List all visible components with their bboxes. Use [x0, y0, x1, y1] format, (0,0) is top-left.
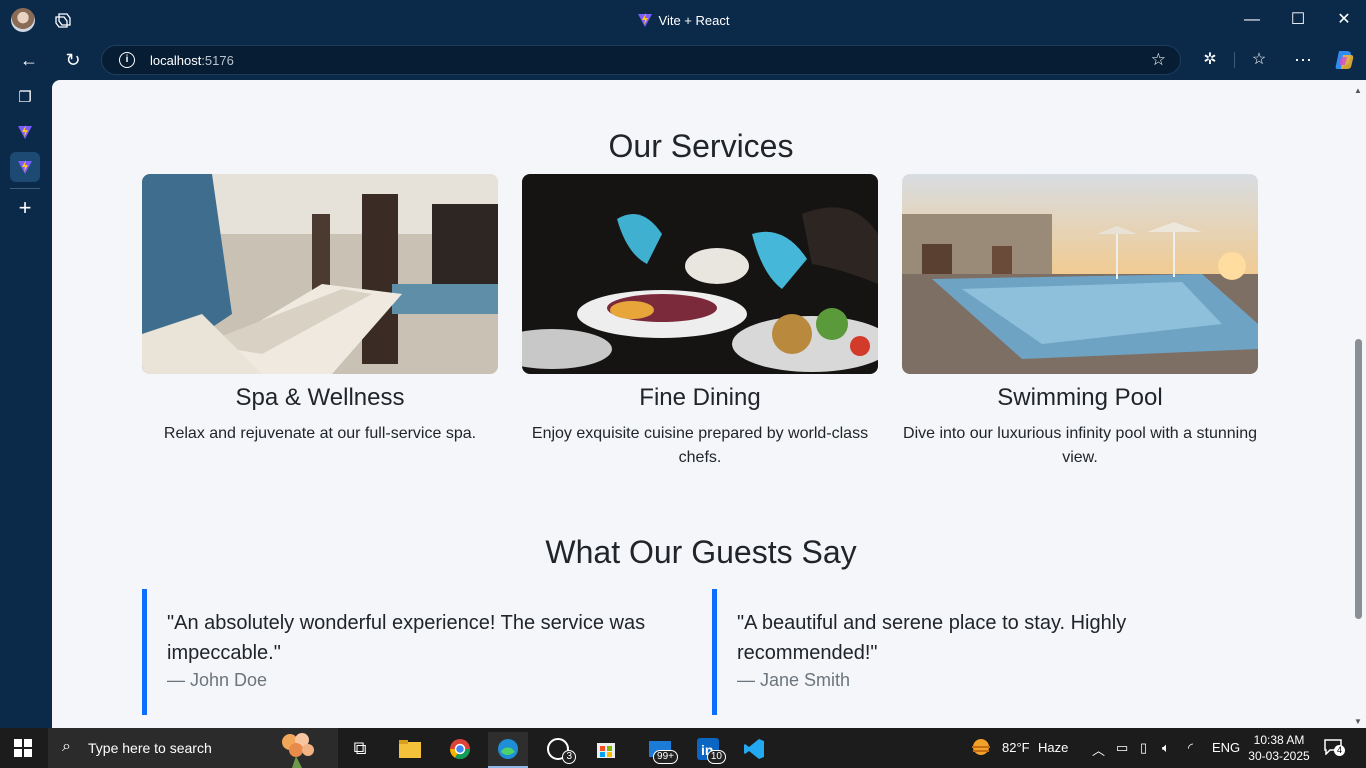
spa-image	[142, 174, 498, 374]
testimonial-quote: "A beautiful and serene place to stay. H…	[737, 612, 1127, 664]
file-explorer-icon[interactable]	[390, 732, 430, 768]
favorites-button[interactable]: ☆	[1247, 48, 1271, 72]
flower-bouquet-icon	[282, 733, 314, 768]
site-info-icon[interactable]: i	[119, 52, 135, 68]
testimonial-author: — John Doe	[167, 670, 268, 690]
back-button[interactable]: ←	[17, 48, 41, 72]
service-card-pool: Swimming Pool Dive into our luxurious in…	[902, 174, 1258, 470]
service-card-spa: Spa & Wellness Relax and rejuvenate at o…	[142, 174, 498, 446]
testimonial-card: "A beautiful and serene place to stay. H…	[712, 589, 1252, 715]
whatsapp-icon[interactable]: 3	[538, 732, 578, 768]
sidebar-divider	[10, 188, 40, 189]
show-hidden-icons-icon[interactable]: ︿	[1092, 740, 1105, 759]
service-description: Dive into our luxurious infinity pool wi…	[903, 425, 1257, 466]
edge-icon[interactable]	[488, 732, 528, 768]
title-bar: Vite + React — ☐ ✕	[0, 0, 1366, 40]
notification-badge: 10	[706, 750, 726, 764]
maximize-button[interactable]: ☐	[1286, 8, 1310, 32]
new-tab-button[interactable]: +	[10, 193, 40, 223]
service-card-dining: Fine Dining Enjoy exquisite cuisine prep…	[522, 174, 878, 470]
notification-count: 4	[1334, 745, 1346, 756]
extensions-button[interactable]: ✲	[1198, 48, 1222, 72]
scrollbar-thumb[interactable]	[1355, 339, 1362, 619]
testimonial-author: — Jane Smith	[737, 670, 851, 690]
dining-image	[522, 174, 878, 374]
battery-icon[interactable]: ▯	[1140, 740, 1147, 756]
linkedin-icon[interactable]: in 10	[688, 732, 728, 768]
windows-taskbar: ⌕ Type here to search ⧉ 3 99+ in 10 82°F …	[0, 728, 1366, 768]
copilot-icon[interactable]	[1333, 49, 1355, 71]
minimize-button[interactable]: —	[1240, 8, 1264, 32]
testimonials-heading: What Our Guests Say	[545, 534, 857, 570]
notification-badge: 3	[562, 750, 576, 764]
page-scrollbar[interactable]: ▲ ▼	[1350, 80, 1366, 728]
scroll-down-arrow-icon[interactable]: ▼	[1354, 717, 1362, 726]
service-title: Spa & Wellness	[235, 384, 405, 411]
service-title: Swimming Pool	[997, 384, 1163, 411]
weather-description[interactable]: Haze	[1038, 740, 1068, 755]
service-description: Relax and rejuvenate at our full-service…	[163, 425, 477, 442]
vite-logo-icon	[18, 160, 32, 174]
scroll-up-arrow-icon[interactable]: ▲	[1354, 86, 1362, 95]
search-icon: ⌕	[62, 738, 71, 755]
system-clock[interactable]: 10:38 AM 30-03-2025	[1244, 732, 1314, 764]
task-view-icon[interactable]: ⧉	[340, 732, 380, 768]
input-language[interactable]: ENG	[1212, 740, 1240, 755]
vscode-icon[interactable]	[734, 732, 774, 768]
refresh-button[interactable]: ↻	[61, 48, 85, 72]
tab-actions-icon[interactable]: ❐	[10, 83, 40, 113]
meet-now-icon[interactable]: ▭	[1116, 740, 1128, 756]
more-options-button[interactable]: ⋯	[1291, 48, 1315, 72]
chrome-icon[interactable]	[440, 732, 480, 768]
microsoft-store-icon[interactable]	[586, 732, 626, 768]
notification-center-icon[interactable]: 4	[1322, 738, 1348, 758]
close-button[interactable]: ✕	[1332, 8, 1356, 32]
network-icon[interactable]: ◜	[1188, 740, 1193, 756]
vite-logo-icon	[637, 13, 652, 27]
notification-badge: 99+	[653, 750, 678, 764]
service-title: Fine Dining	[639, 384, 761, 411]
testimonial-quote: "An absolutely wonderful experience! The…	[167, 612, 646, 664]
weather-temperature[interactable]: 82°F	[1002, 740, 1030, 755]
favorite-star-icon[interactable]: ☆	[1151, 50, 1166, 70]
weather-haze-icon	[972, 739, 990, 755]
taskbar-search-box[interactable]: ⌕ Type here to search	[48, 728, 338, 768]
vertical-tabs-sidebar: ❐ +	[0, 80, 52, 728]
toolbar-divider	[1234, 52, 1235, 68]
services-heading: Our Services	[608, 128, 794, 164]
vite-logo-icon	[18, 125, 32, 139]
volume-icon[interactable]: 🔈︎	[1162, 740, 1170, 756]
tab-vite-2[interactable]	[10, 152, 40, 182]
pool-image	[902, 174, 1258, 374]
mail-icon[interactable]: 99+	[640, 732, 680, 768]
browser-toolbar: ← ↻ i localhost:5176 ☆ ✲ ☆ ⋯	[0, 40, 1366, 80]
testimonial-card: "An absolutely wonderful experience! The…	[142, 589, 682, 715]
tab-vite-1[interactable]	[10, 117, 40, 147]
windows-start-icon[interactable]	[14, 739, 32, 757]
service-description: Enjoy exquisite cuisine prepared by worl…	[531, 425, 869, 466]
address-bar[interactable]: i localhost:5176 ☆	[101, 45, 1181, 75]
page-content: Our Services Spa & Wellness Relax and re…	[52, 80, 1350, 728]
url-text: localhost:5176	[150, 53, 234, 68]
window-title: Vite + React	[0, 12, 1366, 28]
